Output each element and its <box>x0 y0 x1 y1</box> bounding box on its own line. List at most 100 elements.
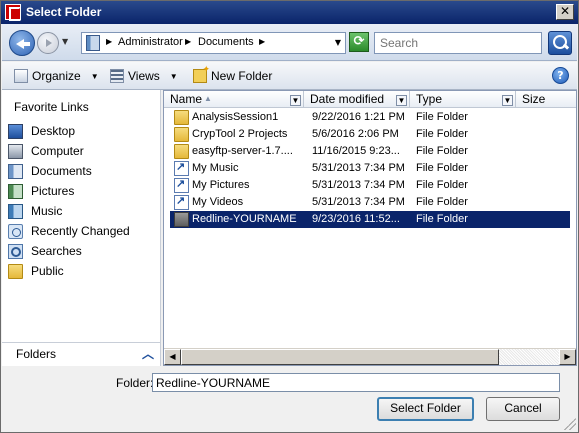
breadcrumb-arrow-icon[interactable]: ▶ <box>259 37 265 46</box>
views-label: Views <box>128 69 160 83</box>
chevron-down-icon: ▼ <box>90 71 99 81</box>
column-filter-dropdown-icon[interactable]: ▼ <box>502 95 513 106</box>
list-item-selected[interactable]: Redline-YOURNAME 9/23/2016 11:52... File… <box>170 211 570 228</box>
sidebar-item-label: Pictures <box>31 184 75 198</box>
file-date: 9/22/2016 1:21 PM <box>312 111 405 123</box>
file-date: 9/23/2016 11:52... <box>312 213 400 225</box>
new-folder-label: New Folder <box>211 69 273 83</box>
horizontal-scrollbar[interactable]: ◀ ▶ <box>164 348 576 365</box>
back-button[interactable] <box>9 30 35 56</box>
sidebar-item-pictures[interactable]: Pictures <box>8 182 158 200</box>
file-list: Name ▲ ▼ Date modified ▼ Type ▼ Size Ana… <box>163 90 577 366</box>
column-header-date[interactable]: Date modified ▼ <box>304 91 410 108</box>
breadcrumb-documents[interactable]: Documents <box>198 36 254 48</box>
sidebar-item-public[interactable]: Public <box>8 262 158 280</box>
sort-ascending-icon: ▲ <box>204 94 212 103</box>
folder-name-input[interactable]: Redline-YOURNAME <box>152 373 560 392</box>
file-type: File Folder <box>416 213 468 225</box>
sidebar-item-recently-changed[interactable]: Recently Changed <box>8 222 158 240</box>
column-filter-dropdown-icon[interactable]: ▼ <box>396 95 407 106</box>
column-header-size[interactable]: Size <box>516 91 576 108</box>
file-type: File Folder <box>416 128 468 140</box>
sidebar-item-label: Searches <box>31 244 82 258</box>
select-folder-button[interactable]: Select Folder <box>377 397 474 421</box>
search-icon[interactable] <box>548 31 572 55</box>
recent-pages-chevron-icon[interactable]: ▼ <box>62 37 68 46</box>
folders-toggle[interactable]: Folders ︿ <box>2 342 161 366</box>
sidebar-item-computer[interactable]: Computer <box>8 142 158 160</box>
address-bar[interactable]: ▶ Administrator ▶ Documents ▶ ▼ <box>81 32 346 54</box>
close-button[interactable]: ✕ <box>556 4 574 20</box>
file-name: My Videos <box>192 196 244 208</box>
file-date: 5/31/2013 7:34 PM <box>312 179 405 191</box>
file-date: 5/31/2013 7:34 PM <box>312 196 405 208</box>
folder-icon <box>174 110 189 125</box>
scroll-track[interactable] <box>499 349 559 365</box>
sidebar-item-label: Public <box>31 264 64 278</box>
file-name: CrypTool 2 Projects <box>192 128 288 140</box>
chevron-up-icon[interactable]: ︿ <box>142 345 154 362</box>
breadcrumb-administrator[interactable]: Administrator <box>118 36 183 48</box>
help-icon[interactable]: ? <box>552 67 569 84</box>
library-icon <box>86 35 100 51</box>
column-type-label: Type <box>416 92 443 106</box>
column-header-type[interactable]: Type ▼ <box>410 91 516 108</box>
scroll-thumb[interactable] <box>181 349 499 365</box>
organize-label: Organize <box>32 69 81 83</box>
favorite-links-heading: Favorite Links <box>14 100 89 114</box>
pictures-icon <box>8 183 23 199</box>
file-name: easyftp-server-1.7.... <box>192 145 293 157</box>
column-name-label: Name <box>170 92 203 106</box>
new-folder-button[interactable]: New Folder <box>193 64 273 84</box>
sidebar-item-label: Music <box>31 204 63 218</box>
scroll-right-icon[interactable]: ▶ <box>559 349 576 365</box>
file-date: 11/16/2015 9:23... <box>312 145 400 157</box>
views-button[interactable]: Views ▼ <box>110 68 178 84</box>
views-icon <box>110 69 124 83</box>
list-item[interactable]: CrypTool 2 Projects 5/6/2016 2:06 PM Fil… <box>170 126 570 143</box>
shortcut-icon <box>174 160 189 176</box>
file-type: File Folder <box>416 145 468 157</box>
shortcut-icon <box>174 177 189 193</box>
cancel-button[interactable]: Cancel <box>486 397 560 421</box>
resize-grip-icon[interactable] <box>564 418 576 430</box>
sidebar-item-label: Desktop <box>31 124 76 138</box>
title-bar: Select Folder ✕ <box>1 1 578 24</box>
sidebar-item-documents[interactable]: Documents <box>8 162 158 180</box>
file-name: AnalysisSession1 <box>192 111 279 123</box>
sidebar-item-searches[interactable]: Searches <box>8 242 158 260</box>
sidebar-item-label: Documents <box>31 164 92 178</box>
organize-icon <box>14 69 28 83</box>
select-folder-dialog: Select Folder ✕ ▼ ▶ Administrator ▶ Docu… <box>0 0 579 433</box>
navigation-bar: ▼ ▶ Administrator ▶ Documents ▶ ▼ ⟳ <box>2 24 577 61</box>
column-filter-dropdown-icon[interactable]: ▼ <box>290 95 301 106</box>
folders-label: Folders <box>16 347 57 361</box>
column-header-name[interactable]: Name ▲ ▼ <box>164 91 304 108</box>
forward-button[interactable] <box>37 32 59 54</box>
list-item[interactable]: My Pictures 5/31/2013 7:34 PM File Folde… <box>170 177 570 194</box>
sidebar-item-desktop[interactable]: Desktop <box>8 122 158 140</box>
app-icon <box>5 4 21 21</box>
list-item[interactable]: My Music 5/31/2013 7:34 PM File Folder <box>170 160 570 177</box>
breadcrumb-arrow-icon[interactable]: ▶ <box>185 37 191 46</box>
list-item[interactable]: easyftp-server-1.7.... 11/16/2015 9:23..… <box>170 143 570 160</box>
refresh-button[interactable]: ⟳ <box>349 32 369 52</box>
file-type: File Folder <box>416 179 468 191</box>
shortcut-icon <box>174 194 189 210</box>
navigation-pane: Favorite Links Desktop Computer Document… <box>2 90 161 342</box>
chevron-down-icon: ▼ <box>169 71 178 81</box>
file-date: 5/6/2016 2:06 PM <box>312 128 399 140</box>
address-dropdown-icon[interactable]: ▼ <box>335 38 341 47</box>
folder-icon <box>174 144 189 159</box>
folder-icon <box>174 212 189 227</box>
computer-icon <box>8 143 23 159</box>
sidebar-item-music[interactable]: Music <box>8 202 158 220</box>
desktop-icon <box>8 123 23 139</box>
breadcrumb-arrow-icon[interactable]: ▶ <box>106 37 112 46</box>
scroll-left-icon[interactable]: ◀ <box>164 349 181 365</box>
list-item[interactable]: AnalysisSession1 9/22/2016 1:21 PM File … <box>170 109 570 126</box>
organize-button[interactable]: Organize ▼ <box>14 68 99 84</box>
list-item[interactable]: My Videos 5/31/2013 7:34 PM File Folder <box>170 194 570 211</box>
search-input[interactable] <box>374 32 542 54</box>
searches-icon <box>8 243 23 259</box>
